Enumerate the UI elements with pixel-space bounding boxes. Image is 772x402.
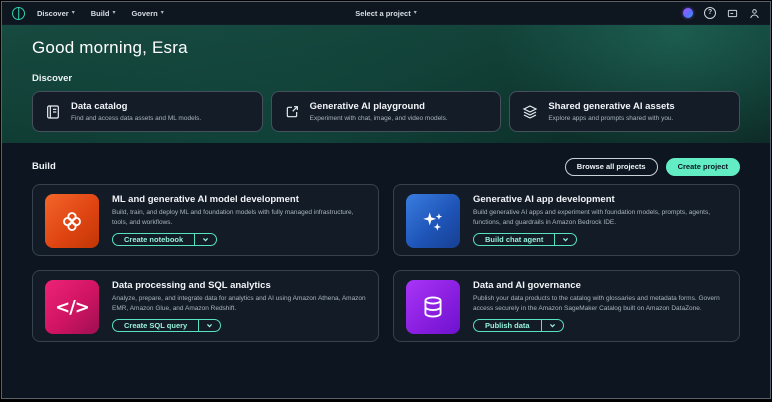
create-notebook-button[interactable]: Create notebook (113, 234, 194, 246)
build-section-label: Build (32, 161, 56, 172)
catalog-icon (45, 104, 61, 120)
nav-menu-discover[interactable]: Discover ▾ (37, 9, 75, 18)
topnav-utilities: ? (683, 7, 760, 19)
project-selector-label: Select a project (355, 9, 410, 18)
chevron-down-icon: ▾ (112, 10, 115, 16)
build-section: Build Browse all projects Create project… (2, 143, 770, 342)
build-actions: Browse all projects Create project (565, 158, 740, 176)
card-text: Shared generative AI assets Explore apps… (548, 101, 674, 122)
chevron-down-icon: ▾ (72, 10, 75, 16)
nav-menu-govern-label: Govern (131, 9, 157, 18)
create-sql-query-split-button: Create SQL query (112, 319, 221, 333)
card-text: Data catalog Find and access data assets… (71, 101, 201, 122)
build-cards: ML and generative AI model development B… (32, 184, 740, 342)
card-text: Generative AI playground Experiment with… (310, 101, 448, 122)
card-text: Data processing and SQL analytics Analyz… (112, 280, 366, 332)
nav-menu-build[interactable]: Build ▾ (91, 9, 116, 18)
create-notebook-split-button: Create notebook (112, 233, 217, 247)
chevron-down-icon: ▾ (161, 10, 164, 16)
card-title: Data processing and SQL analytics (112, 280, 366, 291)
publish-data-dropdown-button[interactable] (541, 320, 563, 332)
page-title: Good morning, Esra (32, 38, 740, 58)
build-chat-agent-button[interactable]: Build chat agent (474, 234, 554, 246)
feedback-icon[interactable] (727, 8, 738, 19)
chevron-down-icon (206, 322, 213, 329)
help-icon[interactable]: ? (704, 7, 716, 19)
card-description: Publish your data products to the catalo… (473, 294, 727, 314)
card-shared-genai-assets[interactable]: Shared generative AI assets Explore apps… (509, 91, 740, 132)
card-description: Analyze, prepare, and integrate data for… (112, 294, 366, 314)
code-icon: </> (45, 280, 99, 334)
build-chat-agent-split-button: Build chat agent (473, 233, 577, 247)
nav-menu-discover-label: Discover (37, 9, 69, 18)
discover-section-label: Discover (32, 73, 740, 84)
card-description: Build, train, and deploy ML and foundati… (112, 208, 366, 228)
card-text: ML and generative AI model development B… (112, 194, 366, 246)
sagemaker-logo-icon[interactable] (12, 7, 25, 20)
app-window: Discover ▾ Build ▾ Govern ▾ Select a pro… (2, 2, 770, 398)
card-data-catalog[interactable]: Data catalog Find and access data assets… (32, 91, 263, 132)
profile-icon[interactable] (749, 8, 760, 19)
chevron-down-icon: ▾ (414, 10, 417, 16)
card-title: Shared generative AI assets (548, 101, 674, 112)
create-sql-query-dropdown-button[interactable] (198, 320, 220, 332)
playground-icon (284, 104, 300, 120)
card-ml-model-development[interactable]: ML and generative AI model development B… (32, 184, 379, 256)
create-notebook-dropdown-button[interactable] (194, 234, 216, 246)
browse-all-projects-button[interactable]: Browse all projects (565, 158, 658, 176)
brain-icon (45, 194, 99, 248)
chevron-down-icon (562, 236, 569, 243)
top-navigation: Discover ▾ Build ▾ Govern ▾ Select a pro… (2, 2, 770, 25)
card-data-ai-governance[interactable]: Data and AI governance Publish your data… (393, 270, 740, 342)
database-icon (406, 280, 460, 334)
card-description: Experiment with chat, image, and video m… (310, 115, 448, 122)
sparkles-icon (406, 194, 460, 248)
build-header: Build Browse all projects Create project (32, 157, 740, 176)
chevron-down-icon (549, 322, 556, 329)
card-title: Generative AI app development (473, 194, 727, 205)
card-title: Generative AI playground (310, 101, 448, 112)
card-description: Explore apps and prompts shared with you… (548, 115, 674, 122)
card-text: Data and AI governance Publish your data… (473, 280, 727, 332)
card-text: Generative AI app development Build gene… (473, 194, 727, 246)
chevron-down-icon (202, 236, 209, 243)
nav-menu-build-label: Build (91, 9, 110, 18)
layers-icon (522, 104, 538, 120)
project-selector[interactable]: Select a project ▾ (355, 9, 416, 18)
card-description: Find and access data assets and ML model… (71, 115, 201, 122)
card-title: Data catalog (71, 101, 201, 112)
card-title: ML and generative AI model development (112, 194, 366, 205)
card-genai-playground[interactable]: Generative AI playground Experiment with… (271, 91, 502, 132)
build-chat-agent-dropdown-button[interactable] (554, 234, 576, 246)
publish-data-button[interactable]: Publish data (474, 320, 541, 332)
card-title: Data and AI governance (473, 280, 727, 291)
discover-cards: Data catalog Find and access data assets… (32, 91, 740, 132)
hero-section: Good morning, Esra Discover Data catalog… (2, 25, 770, 143)
create-project-button[interactable]: Create project (666, 158, 740, 176)
amazon-q-icon[interactable] (683, 8, 693, 18)
publish-data-split-button: Publish data (473, 319, 564, 333)
create-sql-query-button[interactable]: Create SQL query (113, 320, 198, 332)
nav-menu-govern[interactable]: Govern ▾ (131, 9, 163, 18)
card-genai-app-development[interactable]: Generative AI app development Build gene… (393, 184, 740, 256)
card-description: Build generative AI apps and experiment … (473, 208, 727, 228)
card-data-processing-sql[interactable]: </> Data processing and SQL analytics An… (32, 270, 379, 342)
